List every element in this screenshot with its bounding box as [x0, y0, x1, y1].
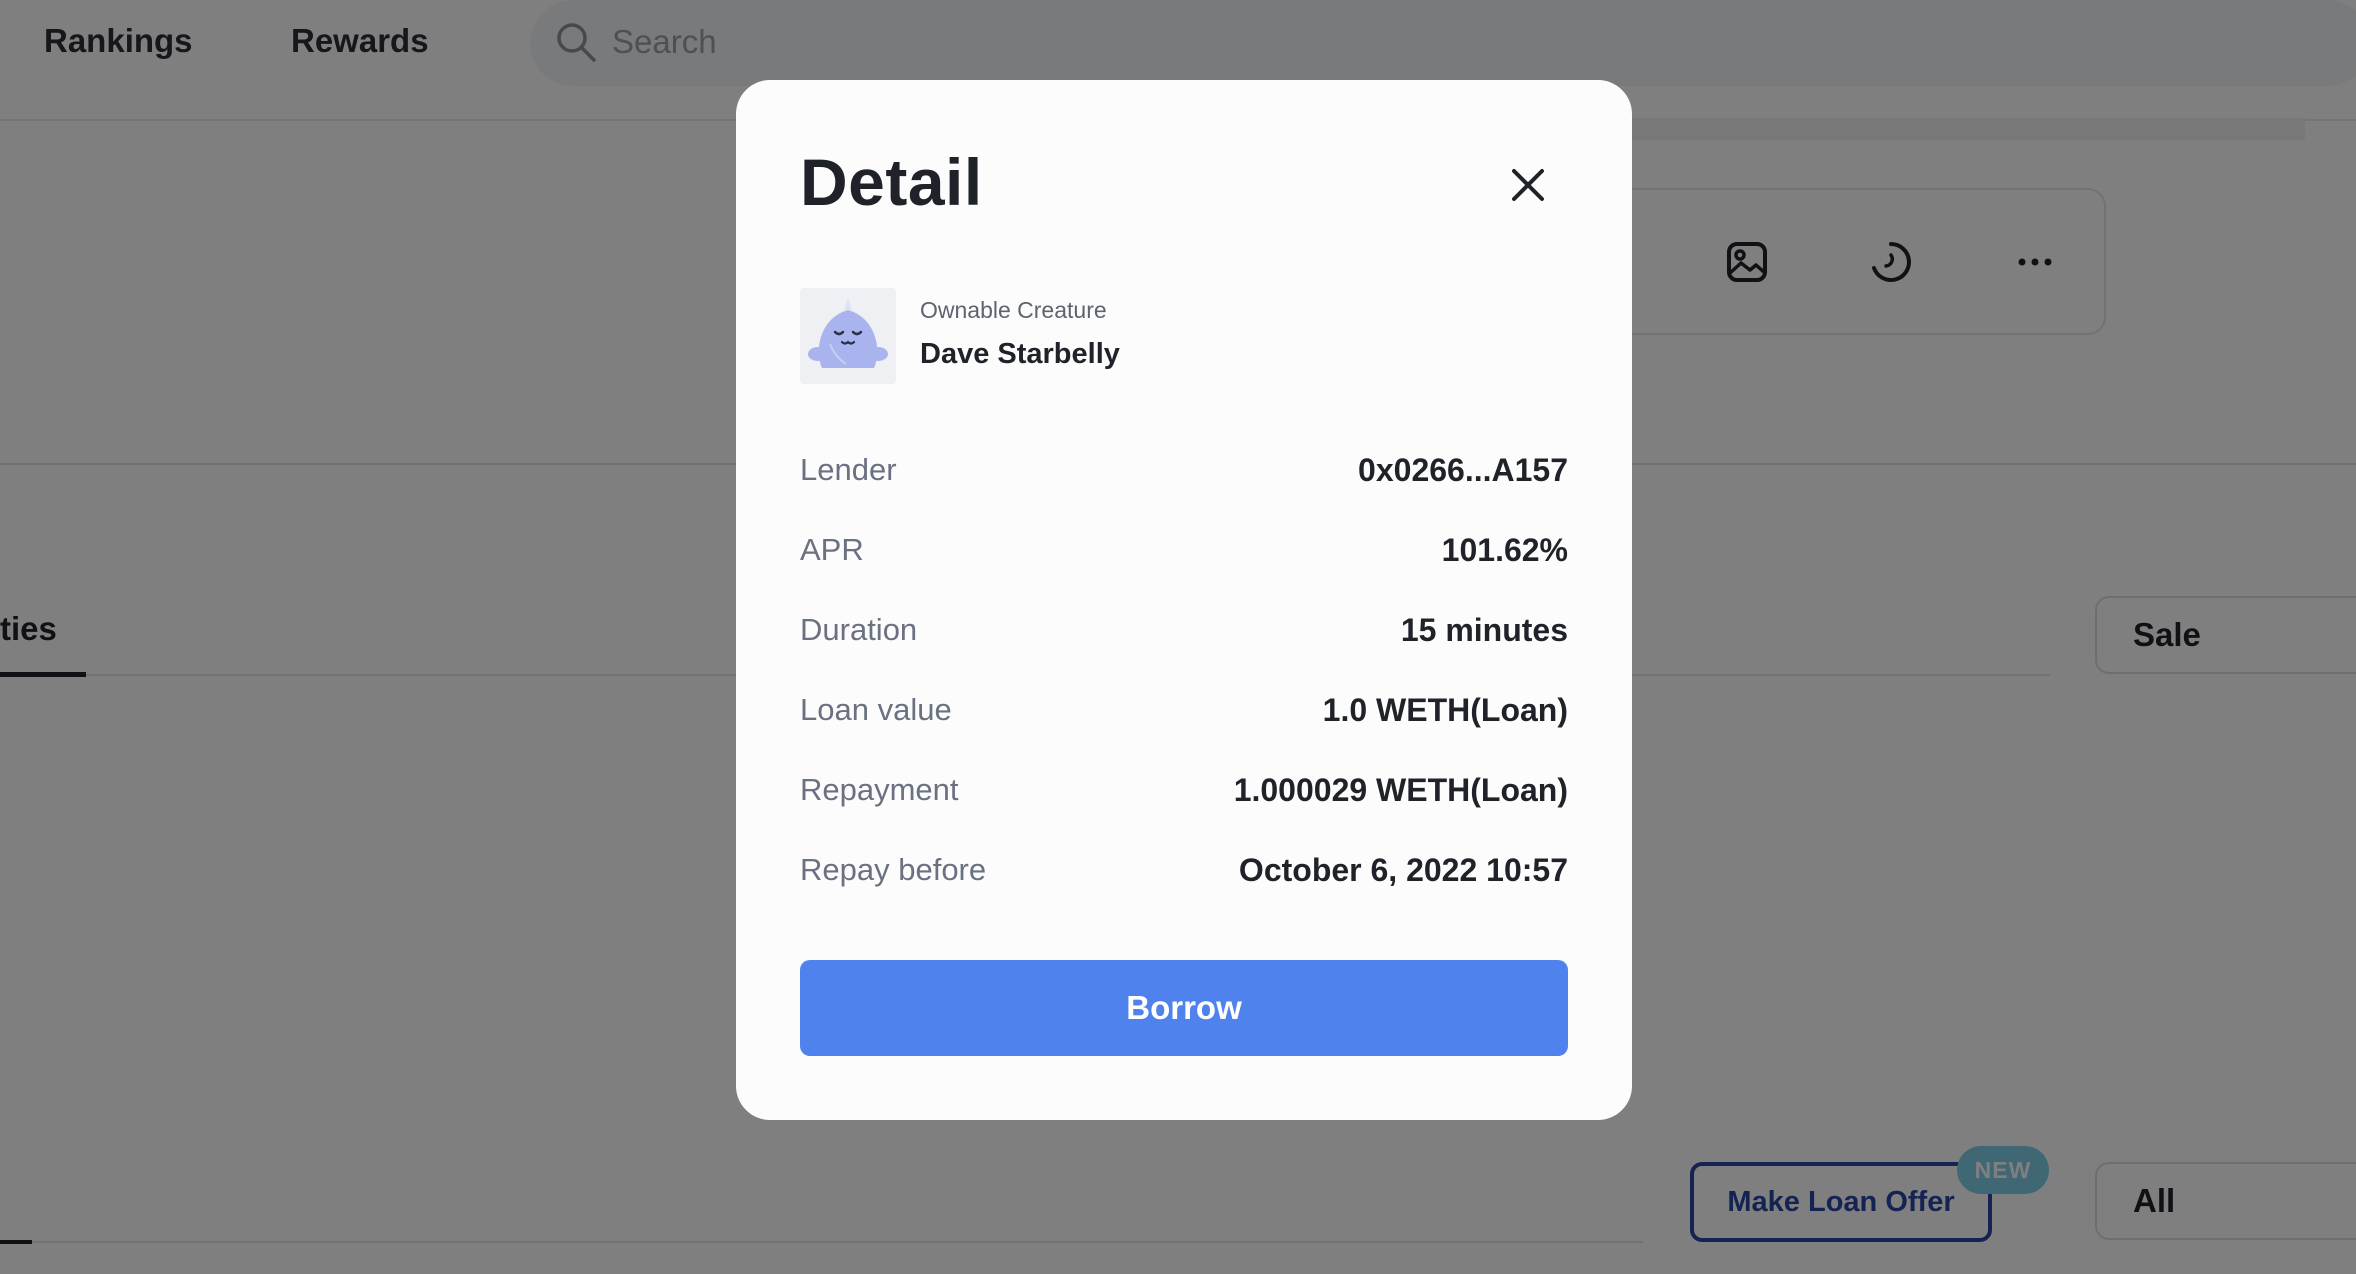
- nft-thumbnail: [800, 288, 896, 384]
- item-name: Dave Starbelly: [920, 338, 1120, 370]
- repayment-label: Repayment: [800, 772, 959, 807]
- modal-title: Detail: [800, 145, 983, 219]
- repay-before-label: Repay before: [800, 852, 987, 887]
- close-icon[interactable]: [1499, 156, 1557, 214]
- loan-value-label: Loan value: [800, 692, 952, 727]
- borrow-button[interactable]: Borrow: [800, 960, 1568, 1056]
- creature-image: [800, 288, 896, 384]
- repay-before-value: October 6, 2022 10:57: [1238, 852, 1568, 888]
- detail-modal: Detail Ownable Creature Dave Starbelly L…: [736, 80, 1632, 1120]
- lender-label: Lender: [800, 452, 897, 487]
- apr-label: APR: [800, 532, 864, 567]
- loan-value-value: 1.0 WETH(Loan): [1322, 692, 1568, 728]
- collection-name: Ownable Creature: [920, 297, 1107, 323]
- apr-value: 101.62%: [1441, 532, 1568, 568]
- duration-value: 15 minutes: [1400, 612, 1568, 648]
- lender-value: 0x0266...A157: [1358, 452, 1568, 488]
- duration-label: Duration: [800, 612, 918, 647]
- repayment-value: 1.000029 WETH(Loan): [1233, 772, 1568, 808]
